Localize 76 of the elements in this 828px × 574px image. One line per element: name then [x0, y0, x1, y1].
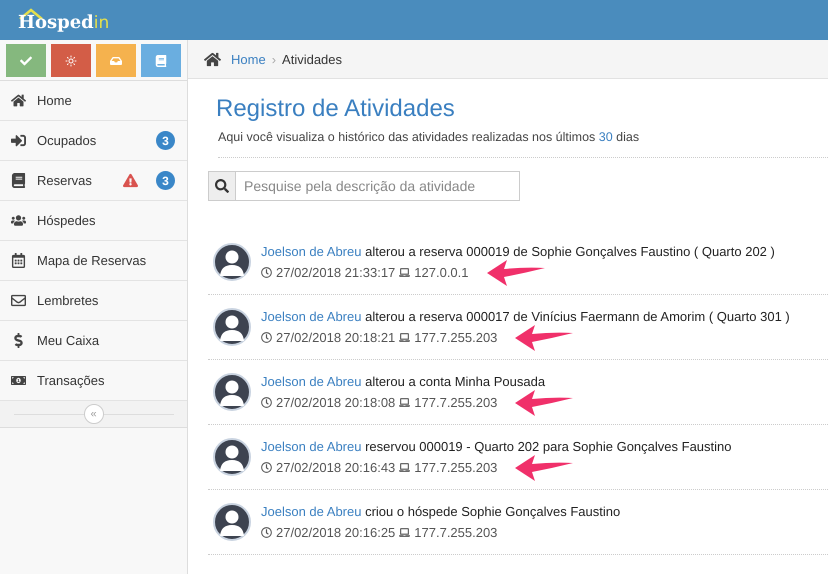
clock-icon — [261, 397, 272, 408]
activity-time: 27/02/2018 20:16:25 — [276, 525, 396, 540]
page-title: Registro de Atividades — [216, 95, 456, 123]
sidebar-label: Lembretes — [37, 293, 100, 308]
sidebar-item[interactable]: Mapa de Reservas — [0, 241, 187, 281]
check-icon — [20, 54, 32, 66]
inbox-icon — [110, 54, 122, 66]
ip-address: 177.7.255.203 — [414, 395, 498, 410]
activity-time: 27/02/2018 21:33:17 — [276, 265, 396, 280]
home-icon — [204, 50, 221, 68]
sidebar-label: Transações — [37, 373, 106, 388]
calendar-icon — [11, 253, 26, 268]
home-icon — [11, 93, 26, 108]
activity-description: Joelson de Abreu reservou 000019 - Quarto 202 para Sophie Gonçalves Faustino — [261, 438, 732, 454]
breadcrumb-separator: › — [272, 52, 276, 66]
ip-address: 127.0.0.1 — [414, 265, 468, 280]
logo: Hospedin — [18, 8, 110, 32]
activity-description: Joelson de Abreu criou o hóspede Sophie Gonçalves Faustino — [261, 504, 620, 518]
user-link[interactable]: Joelson de Abreu — [261, 438, 362, 454]
sidebar-label: Ocupados — [37, 133, 98, 148]
laptop-icon — [399, 527, 410, 538]
page-subtitle: Aqui você visualiza o histórico das atividades realizadas nos últimos 30 dias — [218, 130, 828, 158]
laptop-icon — [399, 332, 410, 343]
activity-time: 27/02/2018 20:18:08 — [276, 395, 396, 410]
count-badge: 3 — [156, 171, 175, 190]
activity-description: Joelson de Abreu alterou a reserva 000019 de Sophie Gonçalves Faustino ( Quarto 202 ) — [261, 244, 775, 258]
laptop-icon — [399, 267, 410, 278]
avatar-icon — [213, 503, 251, 541]
sidebar-label: Mapa de Reservas — [37, 253, 148, 268]
sidebar-label: Reservas — [37, 173, 93, 188]
clock-icon — [261, 527, 272, 538]
sidebar-label: Hóspedes — [37, 213, 97, 228]
clock-icon — [261, 462, 272, 473]
breadcrumb-current: Atividades — [282, 52, 342, 66]
sign-in-icon — [11, 133, 26, 148]
sun-icon — [65, 54, 77, 66]
sidebar-item[interactable]: Hóspedes — [0, 201, 187, 241]
laptop-icon — [399, 462, 410, 473]
sidebar-item[interactable]: Lembretes — [0, 281, 187, 321]
clock-icon — [261, 267, 272, 278]
shortcut-button[interactable] — [6, 44, 46, 77]
sidebar-item[interactable]: Ocupados 3 — [0, 121, 187, 161]
activity-description: Joelson de Abreu alterou a reserva 000017 de Vinícius Faermann de Amorim ( Quarto 301 ) — [261, 308, 790, 324]
ip-address: 177.7.255.203 — [414, 525, 498, 540]
user-link[interactable]: Joelson de Abreu — [261, 308, 362, 324]
ip-address: 177.7.255.203 — [414, 330, 498, 345]
breadcrumb-link[interactable]: Home — [231, 52, 266, 66]
sidebar-item[interactable]: Home — [0, 81, 187, 121]
ip-address: 177.7.255.203 — [414, 460, 498, 475]
avatar-icon — [213, 438, 251, 476]
count-badge: 3 — [156, 131, 175, 150]
search-icon — [215, 179, 229, 193]
shortcut-button[interactable] — [141, 44, 181, 77]
activity-description: Joelson de Abreu alterou a conta Minha Pousada — [261, 374, 546, 388]
sidebar-item[interactable]: Reservas 3 — [0, 161, 187, 201]
clock-icon — [261, 332, 272, 343]
search-box[interactable]: Pesquise pela descrição da atividade — [208, 171, 520, 201]
shortcut-button[interactable] — [51, 44, 91, 77]
banknote-icon — [11, 373, 26, 388]
users-icon — [11, 213, 26, 228]
avatar-icon — [213, 373, 251, 411]
avatar-icon — [213, 308, 251, 346]
book-icon — [11, 173, 26, 188]
user-link[interactable]: Joelson de Abreu — [261, 374, 362, 388]
user-link[interactable]: Joelson de Abreu — [261, 504, 362, 518]
shortcut-button[interactable] — [96, 44, 136, 77]
sidebar-label: Home — [37, 93, 73, 108]
user-link[interactable]: Joelson de Abreu — [261, 244, 362, 258]
sidebar-item[interactable]: Meu Caixa — [0, 321, 187, 361]
laptop-icon — [399, 397, 410, 408]
book-icon — [155, 54, 167, 66]
sidebar-label: Meu Caixa — [37, 333, 100, 348]
activity-time: 27/02/2018 20:18:21 — [276, 330, 396, 345]
envelope-icon — [11, 293, 26, 308]
activity-time: 27/02/2018 20:16:43 — [276, 460, 396, 475]
avatar-icon — [213, 243, 251, 281]
